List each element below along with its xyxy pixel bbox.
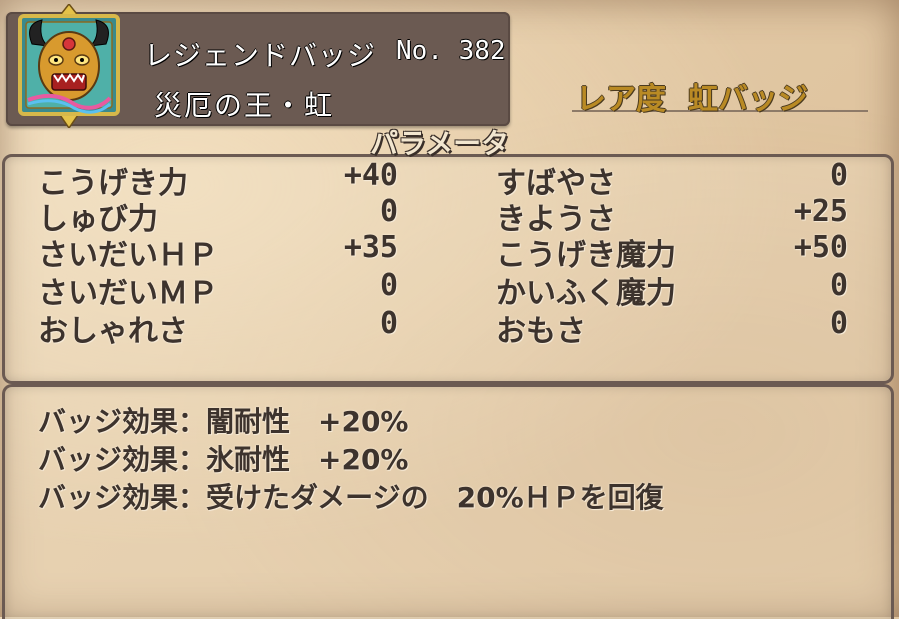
demon-king-badge-icon — [14, 2, 124, 130]
param-row: すばやさ 0 — [496, 158, 848, 201]
param-value: 0 — [379, 194, 398, 229]
param-row: こうげき魔力 +50 — [496, 230, 848, 273]
badge-effect: バッジ効果：受けたダメージの 20%ＨＰを回復 — [38, 481, 664, 514]
badge-effect: バッジ効果：氷耐性 +20% — [38, 443, 409, 476]
param-value: 0 — [829, 158, 848, 193]
param-row: おもさ 0 — [496, 306, 848, 349]
param-value: 0 — [379, 268, 398, 303]
param-row: おしゃれさ 0 — [38, 306, 398, 349]
param-value: 0 — [829, 268, 848, 303]
param-row: かいふく魔力 0 — [496, 268, 848, 311]
param-row: こうげき力 +40 — [38, 158, 398, 201]
param-value: 0 — [829, 306, 848, 341]
rarity-row: レア度 虹バッジ — [572, 74, 868, 117]
badge-number: No. 382 — [396, 36, 506, 66]
param-value: +50 — [793, 230, 848, 265]
rarity-label: レア度 — [576, 82, 666, 117]
param-row: さいだいＭＰ 0 — [38, 268, 398, 311]
param-name: おしゃれさ — [38, 314, 188, 349]
param-value: +25 — [793, 194, 848, 229]
badge-name: レジェンドバッジ — [144, 39, 377, 72]
param-row: きようさ +25 — [496, 194, 848, 237]
parameters-title: パラメータ — [370, 127, 510, 160]
param-row: さいだいＨＰ +35 — [38, 230, 398, 273]
badge-effect: バッジ効果：闇耐性 +20% — [38, 405, 409, 438]
param-row: しゅび力 0 — [38, 194, 398, 237]
param-value: 0 — [379, 306, 398, 341]
param-value: +40 — [343, 158, 398, 193]
badge-subtitle: 災厄の王・虹 — [154, 89, 335, 122]
param-name: おもさ — [496, 314, 586, 349]
rarity-value: 虹バッジ — [688, 82, 808, 117]
param-value: +35 — [343, 230, 398, 265]
